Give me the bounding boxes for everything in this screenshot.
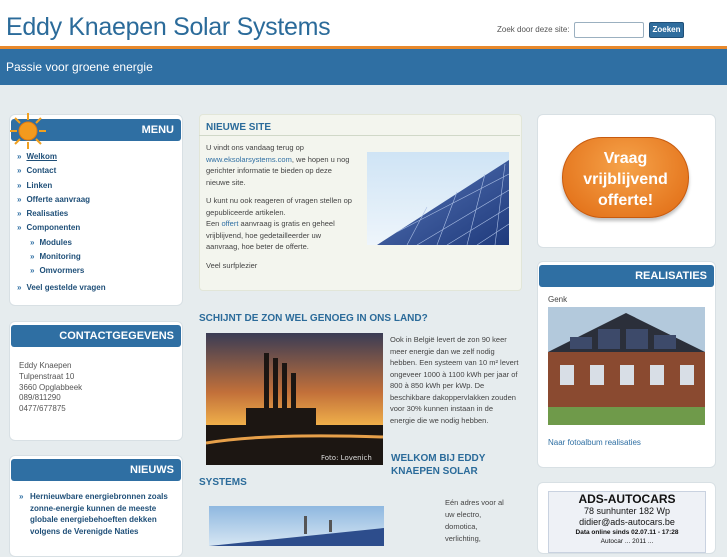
search-label: Zoek door deze site: [497,25,570,34]
site-title[interactable]: Eddy Knaepen Solar Systems [6,13,331,42]
contact-details: Eddy Knaepen Tulpenstraat 10 3660 Opglab… [19,361,82,415]
photo-credit: Foto: Lovenich [321,454,372,462]
contact-street: Tulpenstraat 10 [19,371,75,381]
ad-banner[interactable]: ADS-AUTOCARS 78 sunhunter 182 Wp didier@… [548,491,706,553]
welkom-title-cont: SYSTEMS [199,477,247,488]
installation-photo [209,506,384,546]
offerte-line-1: Vraag [603,150,648,167]
zon-text: Ook in België levert de zon 90 keer meer… [390,335,519,425]
menu-item-contact[interactable]: » Contact [17,164,177,178]
menu-item-veel-gestelde-vragen[interactable]: » Veel gestelde vragen [17,281,177,295]
nieuwe-site-text: U vindt ons vandaag terug op www.eksolar… [206,142,356,271]
tagline: Passie voor groene energie [6,60,153,74]
nieuwe-site-title: NIEUWE SITE [206,122,272,133]
contact-box: CONTACTGEGEVENS Eddy Knaepen Tulpenstraa… [9,321,183,441]
offerte-link[interactable]: offert [221,219,238,228]
menu-item-monitoring[interactable]: » Monitoring [17,250,177,264]
contact-mobile: 0477/677875 [19,404,66,414]
menu-item-realisaties[interactable]: » Realisaties [17,207,177,221]
menu-item-welkom[interactable]: » Welkom [17,150,177,164]
contact-header: CONTACTGEGEVENS [11,325,181,347]
menu-item-modules[interactable]: » Modules [17,236,177,250]
contact-name: Eddy Knaepen [19,361,72,370]
nieuwe-site-p2: U kunt nu ook reageren of vragen stellen… [206,196,352,251]
welkom-text: Eén adres voor al uw electro, domotica, … [445,498,504,543]
solar-panel-photo [367,152,509,245]
welkom-title: WELKOM BIJ EDDY KNAEPEN SOLAR [391,453,486,477]
offerte-line-3: offerte! [597,192,654,209]
news-box: NIEUWS » Hernieuwbare energiebronnen zoa… [9,455,183,557]
realisaties-location: Genk [548,295,568,304]
contact-city: 3660 Opglabbeek [19,382,83,392]
menu-item-linken[interactable]: » Linken [17,179,177,193]
news-header: NIEUWS [11,459,181,481]
fotoalbum-link[interactable]: Naar fotoalbum realisaties [548,437,641,449]
nieuwe-site-p1: U vindt ons vandaag terug op www.eksolar… [206,143,350,187]
offerte-line-2: vrijblijvend [583,171,668,188]
nieuwe-site-p3: Veel surfplezier [206,260,258,270]
menu-item-offerte-aanvraag[interactable]: » Offerte aanvraag [17,193,177,207]
search-button[interactable]: Zoeken [649,22,684,38]
menu-item-omvormers[interactable]: » Omvormers [17,264,177,278]
realisaties-header: REALISATIES [539,265,714,287]
news-item-link[interactable]: Hernieuwbare energiebronnen zoals zonne-… [19,491,169,537]
contact-phone: 089/811290 [19,393,61,403]
news-item[interactable]: » Hernieuwbare energiebronnen zoals zonn… [19,491,169,537]
offerte-button[interactable]: Vraag vrijblijvend offerte! [562,137,689,218]
sun-icon [10,113,46,149]
site-link[interactable]: www.eksolarsystems.com [206,155,292,164]
realisaties-photo[interactable] [548,307,705,425]
power-plant-photo: Foto: Lovenich [206,333,383,465]
ad-line-3: Data online sinds 02.07.11 - 17:28 [575,529,679,536]
ad-line-2: didier@ads-autocars.be [579,517,675,527]
main-menu: » Welkom » Contact » Linken » Offerte aanvra… [17,150,177,295]
ad-title: ADS-AUTOCARS [578,492,676,506]
search-input[interactable] [574,22,644,38]
menu-item-componenten[interactable]: » Componenten [17,221,177,235]
zon-title: SCHIJNT DE ZON WEL GENOEG IN ONS LAND? [199,313,428,324]
section-divider [199,135,520,136]
ad-line-1: 78 sunhunter 182 Wp [583,506,671,516]
